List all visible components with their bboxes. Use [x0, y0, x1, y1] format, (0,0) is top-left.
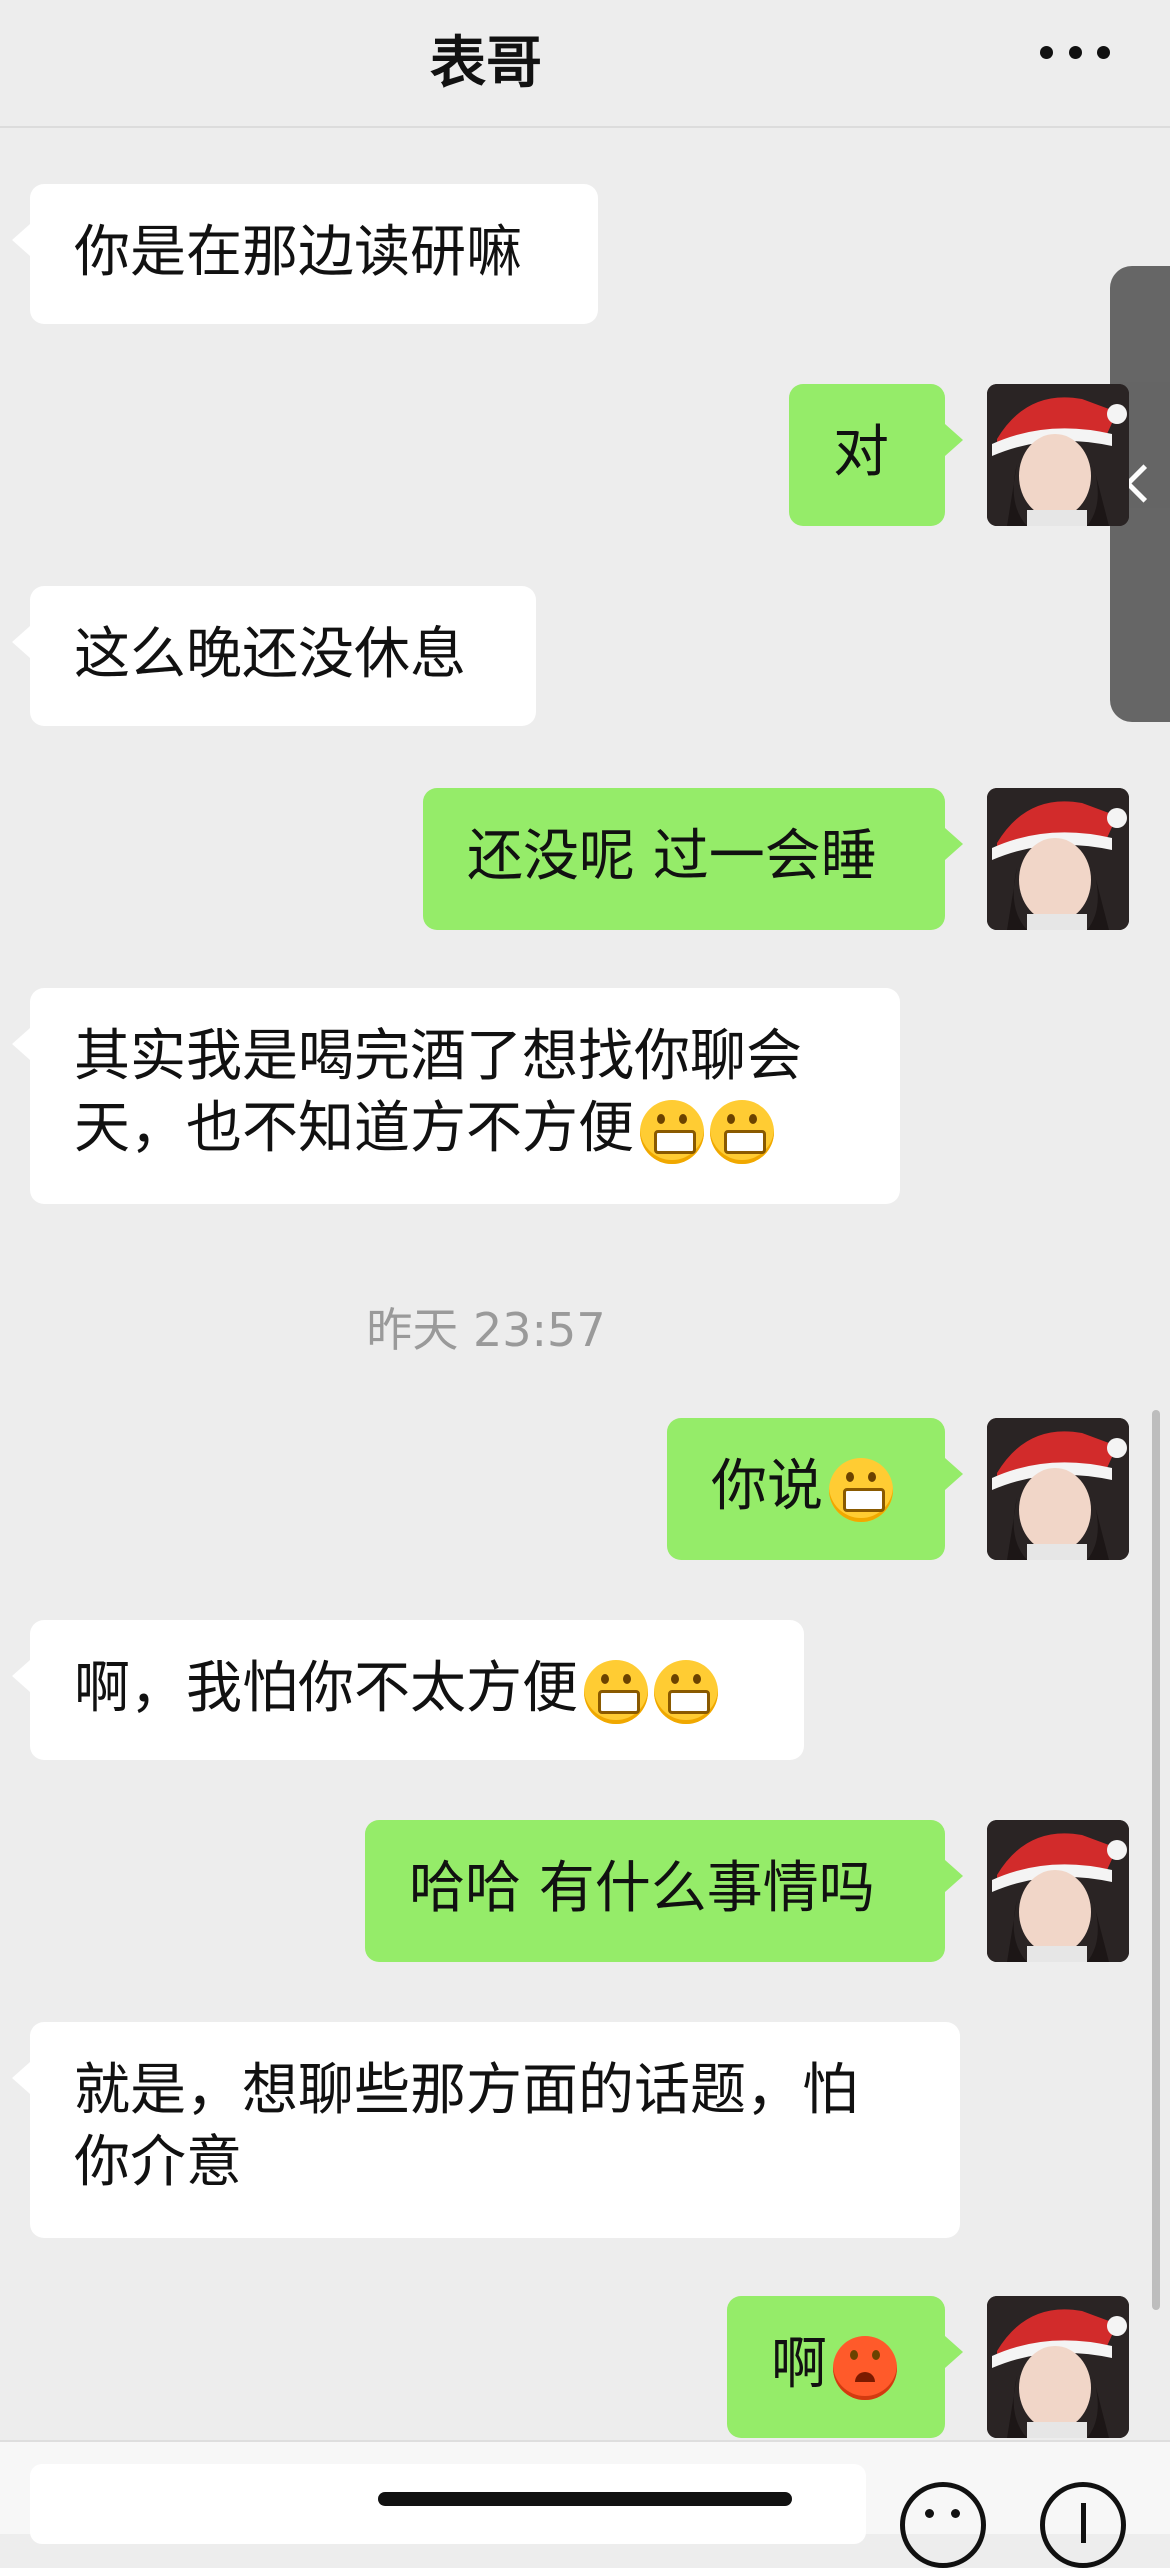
outgoing-bubble[interactable]: 还没呢 过一会睡: [423, 788, 963, 930]
message-text: 哈哈 有什么事情吗: [409, 1856, 875, 1921]
input-bar: [0, 2440, 1170, 2544]
grinning-face-emoji: [584, 1659, 648, 1724]
outgoing-bubble[interactable]: 你说: [667, 1418, 963, 1560]
message-text: 天，也不知道方不方便: [74, 1096, 634, 1161]
message-text: 啊: [771, 2332, 827, 2397]
user-avatar[interactable]: [987, 2296, 1129, 2438]
chevron-left-icon: [1124, 464, 1163, 503]
plus-icon[interactable]: [1040, 2482, 1126, 2568]
message-text: 你是在那边读研嘛: [74, 220, 522, 285]
message-text: 你说: [711, 1454, 823, 1519]
message-text-line: 你介意: [74, 2130, 242, 2195]
chat-header: 表哥: [0, 0, 1170, 128]
chat-scrollbar[interactable]: [1152, 1410, 1160, 2310]
grinning-face-emoji: [640, 1099, 704, 1164]
user-avatar[interactable]: [987, 1820, 1129, 1962]
grinning-face-emoji: [654, 1659, 718, 1724]
message-text-line: 其实我是喝完酒了想找你聊会: [74, 1024, 802, 1089]
chat-title: 表哥: [430, 31, 542, 96]
message-text: 还没呢 过一会睡: [467, 824, 877, 889]
anxious-sweat-face-emoji: [833, 2335, 897, 2400]
home-indicator: [378, 2492, 792, 2506]
grinning-face-emoji: [710, 1099, 774, 1164]
outgoing-bubble[interactable]: 对: [789, 384, 963, 526]
grinning-face-emoji: [829, 1457, 893, 1522]
incoming-bubble[interactable]: 啊，我怕你不太方便: [12, 1620, 804, 1760]
incoming-bubble[interactable]: 你是在那边读研嘛: [12, 184, 598, 324]
outgoing-bubble[interactable]: 哈哈 有什么事情吗: [365, 1820, 963, 1962]
user-avatar[interactable]: [987, 384, 1129, 526]
message-text-line-with-emoji: 天，也不知道方不方便: [74, 1093, 856, 1165]
user-avatar[interactable]: [987, 788, 1129, 930]
more-options-icon[interactable]: [1040, 40, 1110, 64]
incoming-bubble[interactable]: 其实我是喝完酒了想找你聊会 天，也不知道方不方便: [12, 988, 900, 1204]
emoji-picker-icon[interactable]: [900, 2482, 986, 2568]
chat-timestamp: 昨天 23:57: [366, 1303, 606, 1357]
user-avatar[interactable]: [987, 1418, 1129, 1560]
message-text-line: 就是，想聊些那方面的话题，怕: [74, 2058, 858, 2123]
incoming-bubble[interactable]: 就是，想聊些那方面的话题，怕 你介意: [12, 2022, 960, 2238]
incoming-bubble[interactable]: 这么晚还没休息: [12, 586, 536, 726]
message-text: 啊，我怕你不太方便: [74, 1656, 578, 1721]
message-text: 对: [833, 420, 889, 485]
outgoing-bubble[interactable]: 啊: [727, 2296, 963, 2438]
message-text: 这么晚还没休息: [74, 622, 466, 687]
